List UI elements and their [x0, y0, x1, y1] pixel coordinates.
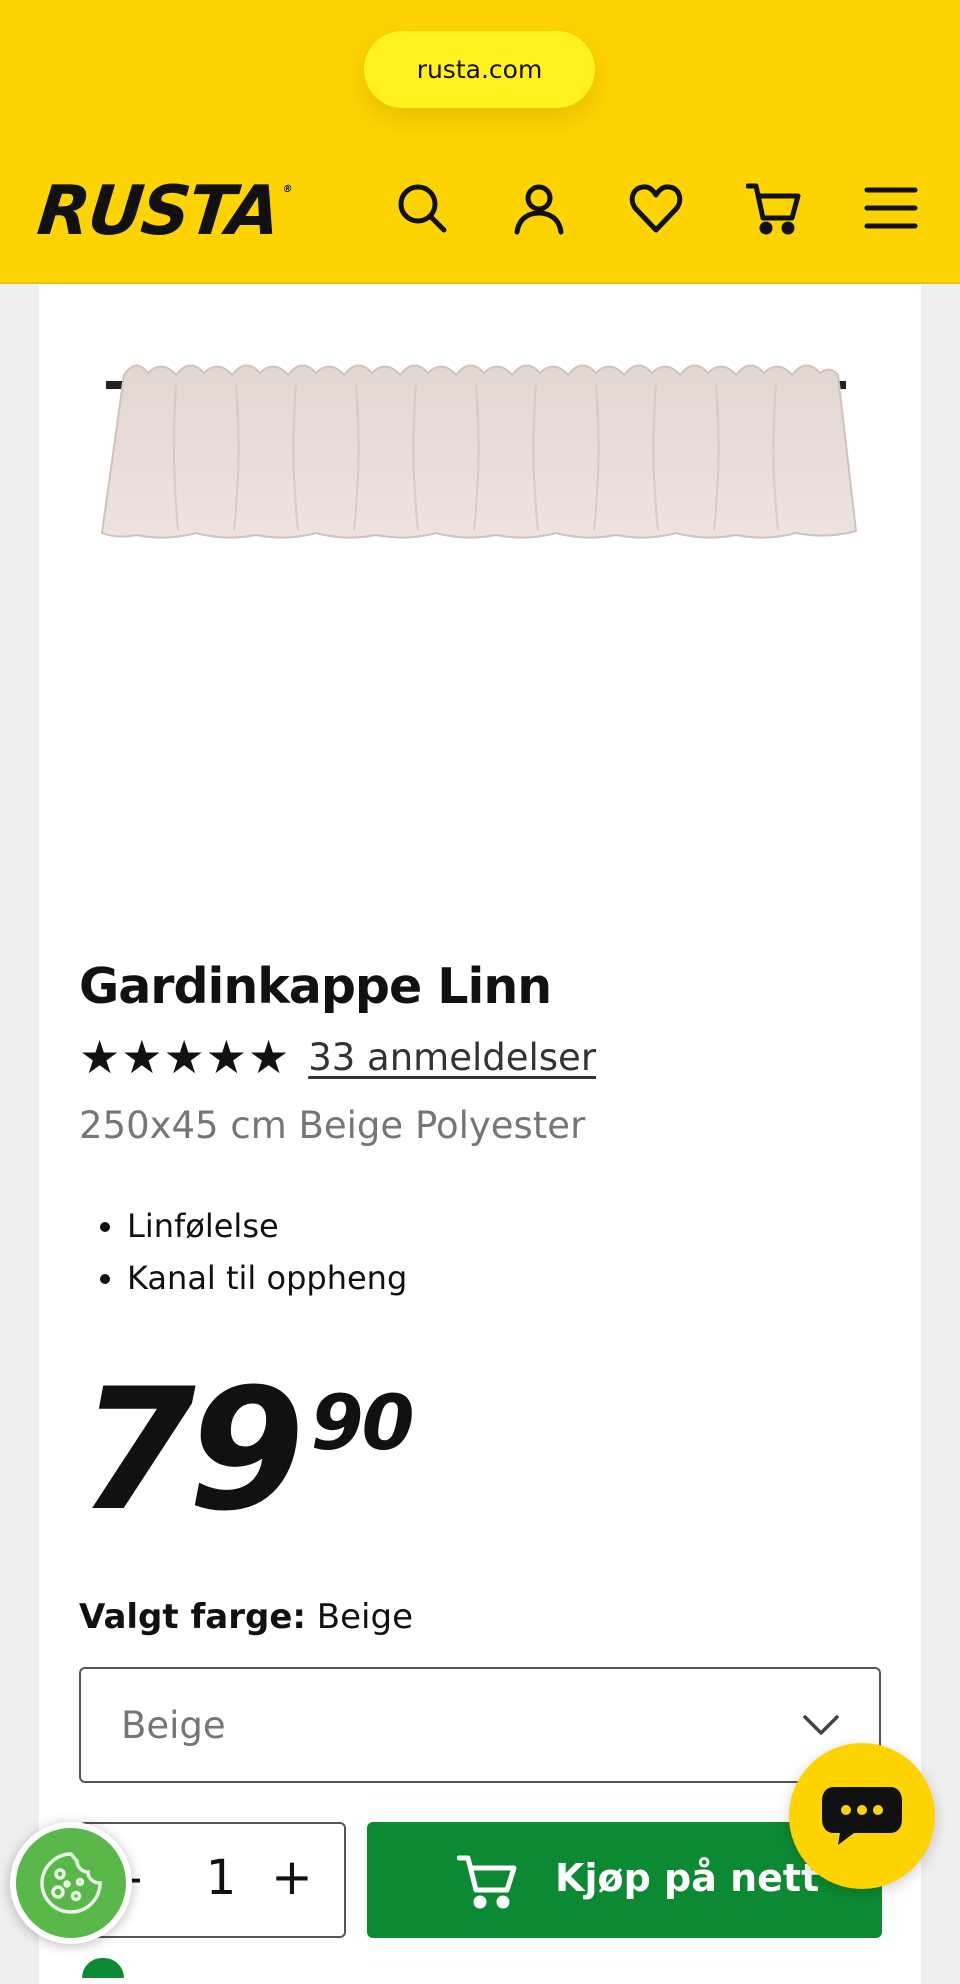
feature-list: Linfølelse Kanal til oppheng [127, 1200, 407, 1304]
color-label-value: Beige [316, 1597, 413, 1637]
price-main: 79 [79, 1352, 305, 1548]
wishlist-heart-icon[interactable] [624, 176, 688, 240]
color-label-prefix: Valgt farge: [79, 1597, 306, 1637]
product-price: 79 90 [79, 1352, 415, 1548]
account-icon[interactable] [507, 176, 571, 240]
chevron-down-icon [803, 1715, 839, 1735]
selected-color-label: Valgt farge: Beige [79, 1597, 413, 1637]
feature-item: Linfølelse [127, 1200, 407, 1252]
chat-button[interactable] [789, 1743, 935, 1889]
search-icon[interactable] [390, 176, 454, 240]
logo-text: RUSTA [33, 171, 283, 251]
browser-url-bar[interactable]: rusta.com [364, 31, 595, 108]
cookie-icon [40, 1852, 102, 1914]
reviews-link[interactable]: 33 anmeldelser [308, 1036, 596, 1079]
menu-hamburger-icon[interactable] [859, 176, 923, 240]
price-decimals: 90 [310, 1378, 415, 1467]
cart-icon [457, 1855, 517, 1909]
site-header: rusta.com RUSTA ® [0, 0, 960, 284]
color-select-value: Beige [121, 1703, 226, 1747]
star-rating-icons: ★★★★★ [79, 1030, 291, 1084]
product-subtitle: 250x45 cm Beige Polyester [79, 1104, 586, 1147]
product-title: Gardinkappe Linn [79, 958, 552, 1015]
cookie-settings-button[interactable] [10, 1822, 132, 1944]
feature-item: Kanal til oppheng [127, 1252, 407, 1304]
product-image-valance[interactable] [66, 335, 892, 565]
chat-bubble-icon [822, 1787, 902, 1845]
rusta-logo[interactable]: RUSTA ® [34, 172, 292, 251]
logo-registered-mark: ® [281, 184, 292, 195]
quantity-value[interactable]: 1 [201, 1850, 241, 1906]
product-rating: ★★★★★ 33 anmeldelser [79, 1030, 596, 1084]
cart-icon[interactable] [742, 176, 806, 240]
quantity-increase-button[interactable]: + [271, 1848, 313, 1906]
color-select[interactable]: Beige [79, 1667, 881, 1783]
buy-button-label: Kjøp på nett [555, 1856, 820, 1900]
